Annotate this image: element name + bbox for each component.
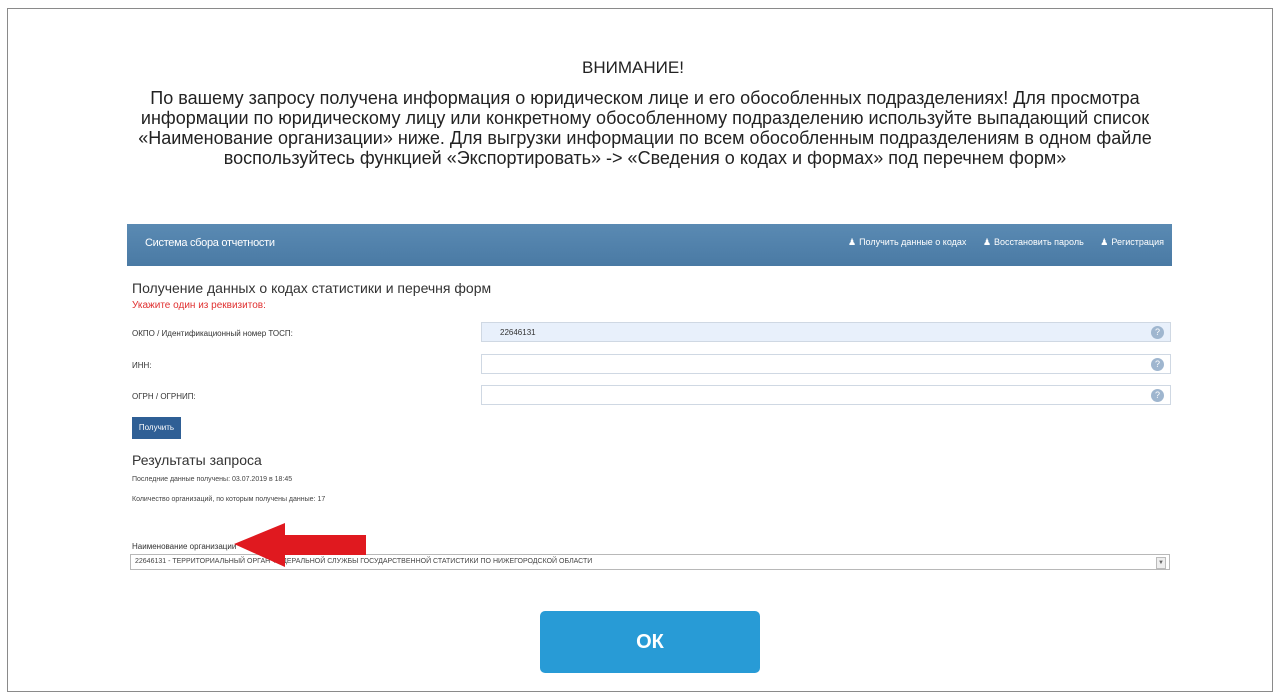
embedded-navbar: Система сбора отчетности ♟ Получить данны… xyxy=(127,224,1172,266)
embedded-org-label: Наименование организации xyxy=(132,542,237,551)
embedded-results-title: Результаты запроса xyxy=(132,452,262,468)
help-icon: ? xyxy=(1151,389,1164,402)
embedded-section-title: Получение данных о кодах статистики и пе… xyxy=(132,280,492,296)
embedded-field-ogrn: ? xyxy=(481,385,1171,405)
dropdown-arrow-icon: ▼ xyxy=(1156,557,1166,569)
embedded-get-button: Получить xyxy=(132,417,181,439)
red-arrow-icon xyxy=(234,523,366,567)
embedded-field-value: 22646131 xyxy=(500,328,536,337)
ok-button[interactable]: ОК xyxy=(540,611,760,673)
help-icon: ? xyxy=(1151,358,1164,371)
embedded-brand: Система сбора отчетности xyxy=(145,237,275,249)
embedded-nav-item: ♟ Регистрация xyxy=(1100,237,1164,247)
embedded-nav-item: ♟ Получить данные о кодах xyxy=(848,237,967,247)
user-icon: ♟ xyxy=(982,237,992,247)
dialog-heading: ВНИМАНИЕ! xyxy=(582,58,684,77)
user-icon: ♟ xyxy=(848,237,857,247)
help-icon: ? xyxy=(1151,326,1164,339)
embedded-nav-links: ♟ Получить данные о кодах ♟ Восстановить п… xyxy=(834,237,1164,248)
user-icon: ♟ xyxy=(1100,237,1109,247)
dialog-message: По вашему запросу получена информация о … xyxy=(138,88,1152,168)
embedded-field-inn: ? xyxy=(481,354,1171,374)
embedded-field-label: ИНН: xyxy=(132,361,152,370)
embedded-field-label: ОГРН / ОГРНИП: xyxy=(132,392,196,401)
embedded-hint: Укажите один из реквизитов: xyxy=(132,300,266,311)
embedded-nav-item: ♟ Восстановить пароль xyxy=(982,237,1084,247)
embedded-field-okpo: 22646131 ? xyxy=(481,322,1171,342)
embedded-org-count: Количество организаций, по которым получ… xyxy=(132,496,326,503)
embedded-last-update: Последние данные получены: 03.07.2019 в … xyxy=(132,476,293,483)
embedded-field-label: ОКПО / Идентификационный номер ТОСП: xyxy=(132,329,293,338)
